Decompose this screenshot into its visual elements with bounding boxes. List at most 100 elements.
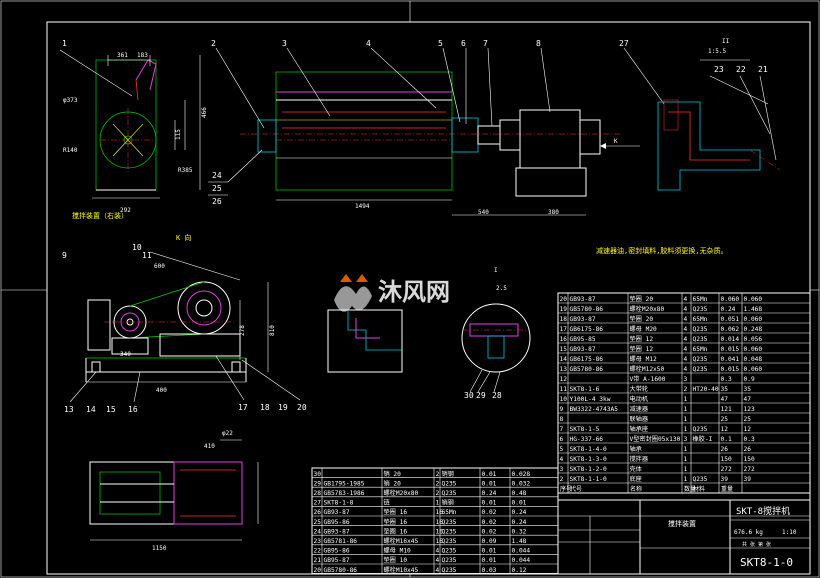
dim-d15: 810 bbox=[269, 325, 276, 336]
bom-cell-no: 20 bbox=[560, 296, 568, 303]
bom-cell-mat: Q235 bbox=[442, 490, 457, 497]
bom-cell-mat: Q235 bbox=[693, 426, 708, 433]
callout-26: 26 bbox=[212, 197, 222, 206]
bom-cell-qty: 2 bbox=[684, 386, 688, 393]
bom-cell-name: 垫圈 12 bbox=[630, 335, 654, 343]
bom-cell-w1: 47 bbox=[721, 396, 729, 403]
bom-cell-w1: 0.060 bbox=[721, 296, 740, 303]
title-block-scale: 1:10 bbox=[782, 529, 797, 536]
bom-cell-w1: 35 bbox=[721, 386, 729, 393]
bom-cell-qty: 4 bbox=[684, 366, 688, 373]
bom-cell-w2: 1.48 bbox=[512, 538, 527, 545]
bom-cell-w1: 0.062 bbox=[721, 326, 740, 333]
bom-table-left: 30 销 20 2 销钢 0.01 0.02829 GB1795-1985 销 20 2 Q235… bbox=[311, 467, 559, 575]
bom-cell-code: GB6175-86 bbox=[570, 356, 604, 363]
bom-cell-code: GB5780-86 bbox=[570, 306, 604, 313]
dim-d4: R140 bbox=[63, 147, 78, 154]
bom-cell-name: 底座 bbox=[630, 475, 642, 483]
dim-d16: 278 bbox=[239, 325, 246, 336]
callout-3: 3 bbox=[282, 39, 287, 48]
bom-cell-code: GB95-87 bbox=[324, 557, 350, 564]
bom-cell-mat: 65Mn bbox=[693, 296, 708, 303]
callout-11: 11 bbox=[142, 251, 152, 260]
bom-cell-code: GB93-87 bbox=[570, 346, 596, 353]
bom-row: 20 GB93-87 垫圈 20 4 65Mn 0.060 0.060 bbox=[560, 295, 763, 303]
bom-cell-w1: 0.015 bbox=[721, 366, 740, 373]
bom-cell-qty: 4 bbox=[436, 548, 440, 555]
dim-d17: 410 bbox=[204, 443, 215, 450]
bom-cell-name: V型密封圈05x130 bbox=[630, 435, 681, 443]
watermark: 沐风网 bbox=[334, 274, 450, 312]
cad-drawing: 361 183 φ373 R140 292 466 115 R385 搅拌装置（… bbox=[0, 0, 820, 578]
bom-cell-name: 螺栓M20x80 bbox=[384, 489, 419, 497]
bom-cell-no: 24 bbox=[314, 528, 322, 535]
bom-row: 26 GB93-87 垫圈 16 1665Mn 0.02 0.24 bbox=[314, 508, 527, 516]
callout-17: 17 bbox=[238, 403, 248, 412]
bom-row: 13 GB5780-86 螺栓M12x50 4 Q235 0.015 0.060 bbox=[560, 365, 763, 373]
bom-cell-qty: 4 bbox=[436, 557, 440, 564]
callout-18: 18 bbox=[260, 403, 270, 412]
bom-cell-name: 螺母 M12 bbox=[630, 355, 658, 363]
bom-row: 15 GB93-87 垫圈 12 4 65Mn 0.015 0.060 bbox=[560, 345, 763, 353]
bom-cell-w1: 39 bbox=[721, 476, 729, 483]
dim-d19: φ22 bbox=[222, 430, 233, 437]
bom-cell-no: 21 bbox=[314, 557, 322, 564]
bom-cell-no: 12 bbox=[560, 376, 568, 383]
bom-cell-no: 11 bbox=[560, 386, 568, 393]
bom-row: 23 GB5781-86 螺栓M16x45 16Q235 0.09 1.48 bbox=[314, 537, 527, 545]
dim-d7: 115 bbox=[175, 129, 182, 140]
callout-24: 24 bbox=[212, 171, 222, 180]
bom-cell-w2: 0.24 bbox=[512, 519, 527, 526]
callouts-left: 24 25 26 bbox=[208, 149, 263, 206]
detail-view-i bbox=[327, 303, 531, 393]
bom-cell-mat: Q235 bbox=[442, 567, 457, 574]
bom-cell-name: 螺栓M12x50 bbox=[630, 365, 665, 373]
bom-row: 3 SKT8-1-2-0 壳体 1 272 272 bbox=[560, 465, 755, 473]
bom-cell-qty: 1 bbox=[684, 396, 688, 403]
arrow-k-label: K bbox=[614, 138, 618, 145]
bom-cell-name: 垫圈 16 bbox=[384, 508, 408, 516]
bom-cell-w1: 0.02 bbox=[482, 528, 497, 535]
callout-20: 20 bbox=[297, 403, 307, 412]
plan-view bbox=[89, 439, 259, 541]
bom-cell-qty: 1 bbox=[684, 416, 688, 423]
bom-cell-w1: 26 bbox=[721, 446, 729, 453]
bom-header-w: 重量 bbox=[721, 485, 733, 493]
view-ii-scale: 1:5.5 bbox=[708, 48, 726, 55]
bom-cell-no: 17 bbox=[560, 326, 568, 333]
bom-cell-code: GB1795-1985 bbox=[324, 480, 365, 487]
bom-cell-mat: 65Mn bbox=[442, 509, 457, 516]
bom-cell-mat: HT20-40 bbox=[693, 386, 719, 393]
bom-cell-w2: 0.32 bbox=[512, 528, 527, 535]
bom-row: 19 GB5780-86 螺栓M20x80 4 Q235 0.24 1.468 bbox=[560, 305, 763, 313]
bom-cell-code: BW3322-4743A5 bbox=[570, 406, 619, 413]
callouts-top: 1 2 3 4 5 6 7 8 27 bbox=[62, 39, 665, 129]
bom-cell-code: GB95-85 bbox=[570, 336, 596, 343]
bom-cell-qty: 1 bbox=[684, 466, 688, 473]
bom-cell-qty: 4 bbox=[684, 316, 688, 323]
bom-cell-name: 销 20 bbox=[384, 470, 402, 478]
detail-view-ii bbox=[657, 59, 781, 191]
callout-5: 5 bbox=[438, 39, 443, 48]
callout-8: 8 bbox=[536, 39, 541, 48]
bom-cell-w2: 0.24 bbox=[512, 509, 527, 516]
bom-cell-name: 垫圈 10 bbox=[384, 556, 408, 564]
bom-cell-w1: 0.02 bbox=[482, 509, 497, 516]
bom-cell-qty: 2 bbox=[436, 480, 440, 487]
bom-row: 21 GB95-87 垫圈 10 4 Q235 0.01 0.044 bbox=[314, 556, 531, 564]
bom-cell-code: SKT8-1-6 bbox=[570, 386, 600, 393]
bom-cell-qty: 1 bbox=[684, 476, 688, 483]
bom-row: 7 SKT8-1-5 轴承座 1 Q235 12 12 bbox=[560, 425, 752, 433]
bom-cell-qty: 1 bbox=[436, 500, 440, 507]
bom-cell-w1: 0.03 bbox=[482, 567, 497, 574]
bom-row: 25 GB95-86 垫圈 16 16Q235 0.02 0.24 bbox=[314, 518, 527, 526]
bom-cell-no: 4 bbox=[560, 456, 564, 463]
bom-cell-no: 15 bbox=[560, 346, 568, 353]
bom-cell-mat: Q235 bbox=[693, 326, 708, 333]
bom-cell-w2: 0.048 bbox=[744, 356, 763, 363]
bom-cell-code: SKT8-1-4-0 bbox=[570, 446, 608, 453]
bom-cell-mat: Q235 bbox=[442, 548, 457, 555]
bom-cell-qty: 4 bbox=[684, 326, 688, 333]
bom-cell-w2: 0.060 bbox=[744, 346, 763, 353]
bom-row: 4 SKT8-1-3-0 搅拌器 1 150 150 bbox=[560, 455, 755, 463]
